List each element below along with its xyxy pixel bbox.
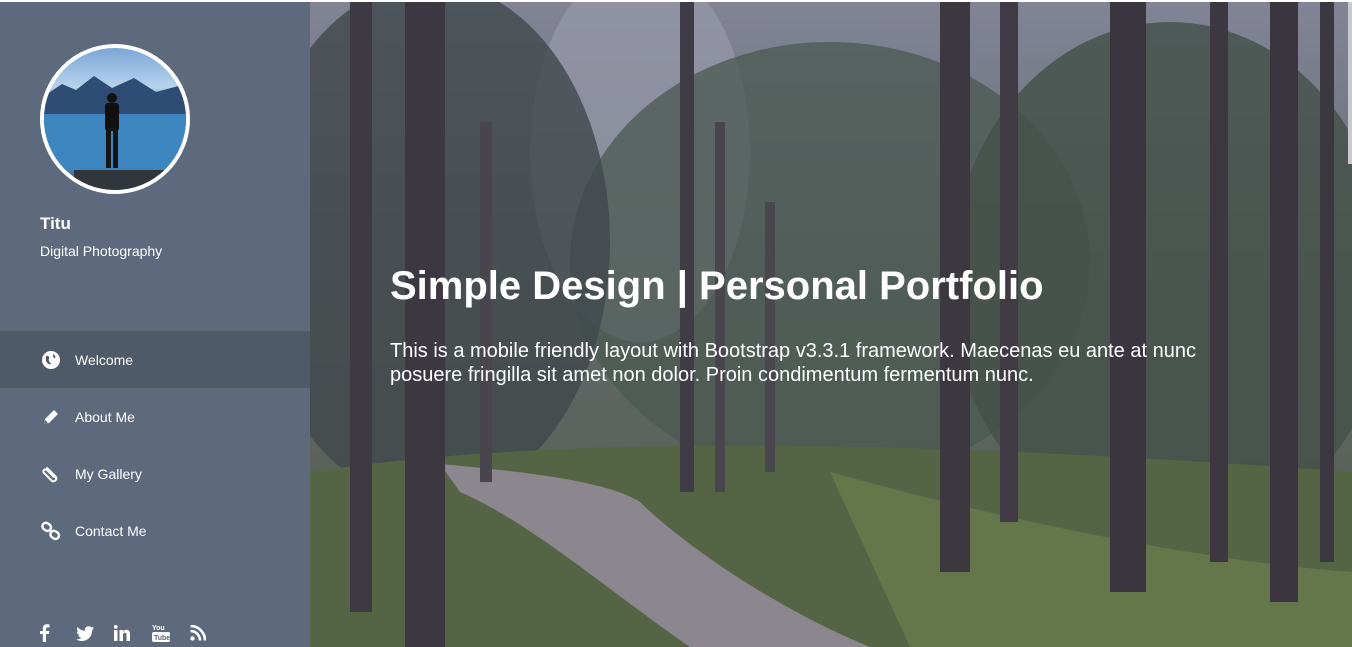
social-links: You Tube (38, 622, 228, 644)
nav-item-about-me[interactable]: About Me (0, 388, 310, 445)
nav-label-contact-me: Contact Me (75, 522, 147, 539)
youtube-icon[interactable]: You Tube (152, 622, 190, 644)
hero-title: Simple Design | Personal Portfolio (390, 264, 1044, 308)
pencil-icon (40, 406, 62, 428)
nav-label-my-gallery: My Gallery (75, 465, 142, 482)
link-icon (40, 520, 62, 542)
linkedin-icon[interactable] (114, 622, 152, 644)
twitter-icon[interactable] (76, 622, 114, 644)
scrollbar-thumb[interactable] (1348, 2, 1352, 164)
nav-item-contact-me[interactable]: Contact Me (0, 502, 310, 559)
avatar (40, 44, 190, 194)
nav-label-welcome: Welcome (75, 351, 134, 368)
globe-icon (40, 349, 62, 371)
nav-item-my-gallery[interactable]: My Gallery (0, 445, 310, 502)
paperclip-icon (40, 463, 62, 485)
svg-text:You: You (152, 625, 165, 632)
sidebar: Titu Digital Photography Welcome About M… (0, 2, 310, 647)
hero-text: This is a mobile friendly layout with Bo… (390, 340, 1196, 386)
svg-text:Tube: Tube (154, 635, 170, 642)
rss-icon[interactable] (190, 622, 228, 644)
nav-label-about-me: About Me (75, 408, 135, 425)
profile-role: Digital Photography (40, 243, 163, 259)
hero-section: Simple Design | Personal Portfolio This … (310, 2, 1352, 647)
profile-name: Titu (40, 214, 71, 233)
hero-overlay (310, 2, 1352, 647)
nav-item-welcome[interactable]: Welcome (0, 331, 310, 388)
main-nav: Welcome About Me My Gallery Contact Me (0, 331, 310, 559)
facebook-icon[interactable] (38, 622, 76, 644)
